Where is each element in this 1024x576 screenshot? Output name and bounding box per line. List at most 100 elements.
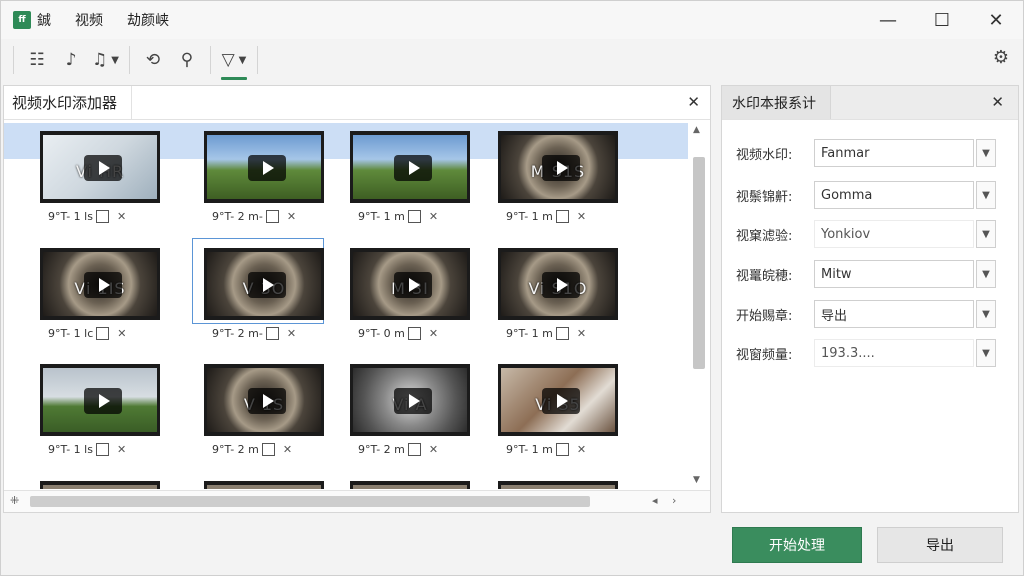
- select-checkbox[interactable]: [555, 443, 569, 456]
- remove-icon[interactable]: ✕: [287, 327, 296, 340]
- scroll-up-icon[interactable]: ▲: [693, 125, 700, 135]
- search-button[interactable]: ⚲: [170, 44, 204, 76]
- menu-item-effects[interactable]: 劫颜峡: [127, 10, 169, 30]
- remove-icon[interactable]: ✕: [577, 443, 586, 456]
- maximize-button[interactable]: ☐: [915, 1, 969, 39]
- setting-select[interactable]: Gomma: [814, 181, 974, 209]
- remove-icon[interactable]: ✕: [429, 327, 438, 340]
- chevron-down-icon[interactable]: ▼: [976, 300, 996, 328]
- play-button[interactable]: [394, 155, 432, 181]
- video-thumbnail[interactable]: [204, 481, 324, 489]
- play-button[interactable]: [542, 272, 580, 298]
- play-button[interactable]: [84, 155, 122, 181]
- remove-icon[interactable]: ✕: [429, 443, 438, 456]
- vertical-scrollbar[interactable]: ▲ ▼: [690, 121, 708, 489]
- video-thumbnail[interactable]: M S1S: [498, 131, 618, 203]
- select-checkbox[interactable]: [407, 210, 421, 223]
- scroll-left-icon[interactable]: ◂: [652, 494, 658, 507]
- play-button[interactable]: [394, 388, 432, 414]
- chevron-down-icon[interactable]: ▼: [976, 260, 996, 288]
- music-button[interactable]: ♪: [54, 44, 88, 76]
- remove-icon[interactable]: ✕: [287, 210, 296, 223]
- video-thumbnail[interactable]: [350, 131, 470, 203]
- app-logo-icon: ff: [13, 11, 31, 29]
- select-checkbox[interactable]: [555, 210, 569, 223]
- chevron-down-icon[interactable]: ▼: [976, 139, 996, 167]
- remove-icon[interactable]: ✕: [283, 443, 292, 456]
- tile-duration: 9°T- 1 m: [506, 443, 553, 456]
- close-window-button[interactable]: ✕: [969, 1, 1023, 39]
- remove-icon[interactable]: ✕: [429, 210, 438, 223]
- close-panel-icon[interactable]: ✕: [687, 93, 700, 111]
- video-thumbnail[interactable]: Vi 1IS: [40, 248, 160, 320]
- video-thumbnail[interactable]: Vi S5: [498, 364, 618, 436]
- watermark-settings-panel: 水印本报系计 ✕ 视频水印: Fanmar ▼ 视鬃锦鼾: Gomma ▼ 视窠滤验: Yon…: [721, 85, 1019, 513]
- scroll-down-icon[interactable]: ▼: [693, 475, 700, 485]
- setting-select[interactable]: 导出: [814, 300, 974, 328]
- select-checkbox[interactable]: [407, 327, 421, 340]
- play-button[interactable]: [394, 272, 432, 298]
- select-checkbox[interactable]: [261, 443, 275, 456]
- play-button[interactable]: [84, 272, 122, 298]
- video-thumbnail[interactable]: [350, 481, 470, 489]
- play-button[interactable]: [542, 388, 580, 414]
- setting-label: 视频水印:: [736, 147, 793, 163]
- play-button[interactable]: [248, 155, 286, 181]
- select-checkbox[interactable]: [95, 443, 109, 456]
- select-checkbox[interactable]: [265, 327, 279, 340]
- remove-icon[interactable]: ✕: [117, 327, 126, 340]
- chevron-down-icon[interactable]: ▼: [976, 339, 996, 367]
- audio-track-button[interactable]: ♫ ▼: [88, 44, 123, 76]
- list-button[interactable]: ☷: [20, 44, 54, 76]
- video-thumbnail[interactable]: [40, 481, 160, 489]
- thumbnail-image: [501, 485, 615, 489]
- video-thumbnail[interactable]: [40, 364, 160, 436]
- video-thumbnail[interactable]: Vi HR: [40, 131, 160, 203]
- video-thumbnail[interactable]: Vi A: [350, 364, 470, 436]
- tile-meta: 9°T- 0 m ✕: [358, 327, 438, 340]
- video-thumbnail[interactable]: M 3I: [350, 248, 470, 320]
- select-checkbox[interactable]: [555, 327, 569, 340]
- panel-tab-title[interactable]: 视频水印添加器: [4, 86, 133, 119]
- select-checkbox[interactable]: [407, 443, 421, 456]
- tile-duration: 9°T- 2 m: [212, 443, 259, 456]
- remove-icon[interactable]: ✕: [117, 443, 126, 456]
- play-button[interactable]: [248, 272, 286, 298]
- play-button[interactable]: [542, 155, 580, 181]
- close-panel-icon[interactable]: ✕: [991, 93, 1004, 111]
- settings-icon[interactable]: ⚙: [993, 47, 1009, 68]
- start-processing-button[interactable]: 开始处理: [732, 527, 862, 563]
- video-thumbnail[interactable]: V 3O: [204, 248, 324, 320]
- minimize-button[interactable]: —: [861, 1, 915, 39]
- hscroll-thumb[interactable]: [30, 496, 590, 507]
- video-thumbnail[interactable]: [204, 131, 324, 203]
- select-checkbox[interactable]: [95, 210, 109, 223]
- panel-tab-title[interactable]: 水印本报系计: [722, 86, 831, 119]
- remove-icon[interactable]: ✕: [117, 210, 126, 223]
- search-icon: ⚲: [180, 50, 194, 70]
- export-button[interactable]: 导出: [877, 527, 1003, 563]
- chevron-down-icon[interactable]: ▼: [976, 220, 996, 248]
- setting-select[interactable]: Fanmar: [814, 139, 974, 167]
- setting-select[interactable]: Mitw: [814, 260, 974, 288]
- scroll-right-icon[interactable]: ›: [672, 494, 676, 507]
- play-icon: [409, 278, 420, 292]
- play-button[interactable]: [248, 388, 286, 414]
- remove-icon[interactable]: ✕: [577, 327, 586, 340]
- select-checkbox[interactable]: [96, 327, 110, 340]
- chevron-down-icon[interactable]: ▼: [976, 181, 996, 209]
- filter-button[interactable]: ▽ ▼: [217, 44, 251, 80]
- horizontal-scrollbar[interactable]: ⁜ ◂ ›: [4, 490, 710, 512]
- select-checkbox[interactable]: [265, 210, 279, 223]
- video-thumbnail[interactable]: V 1S: [204, 364, 324, 436]
- scroll-thumb[interactable]: [693, 157, 705, 369]
- setting-select[interactable]: Yonkiov: [814, 220, 974, 248]
- setting-select[interactable]: 193.3....: [814, 339, 974, 367]
- video-thumbnail[interactable]: Vi S1O: [498, 248, 618, 320]
- video-thumbnail[interactable]: [498, 481, 618, 489]
- play-button[interactable]: [84, 388, 122, 414]
- remove-icon[interactable]: ✕: [577, 210, 586, 223]
- menu-item-video[interactable]: 视频: [75, 10, 103, 30]
- replace-button[interactable]: ⟲: [136, 44, 170, 76]
- setting-label: 视窠滤验:: [736, 228, 793, 244]
